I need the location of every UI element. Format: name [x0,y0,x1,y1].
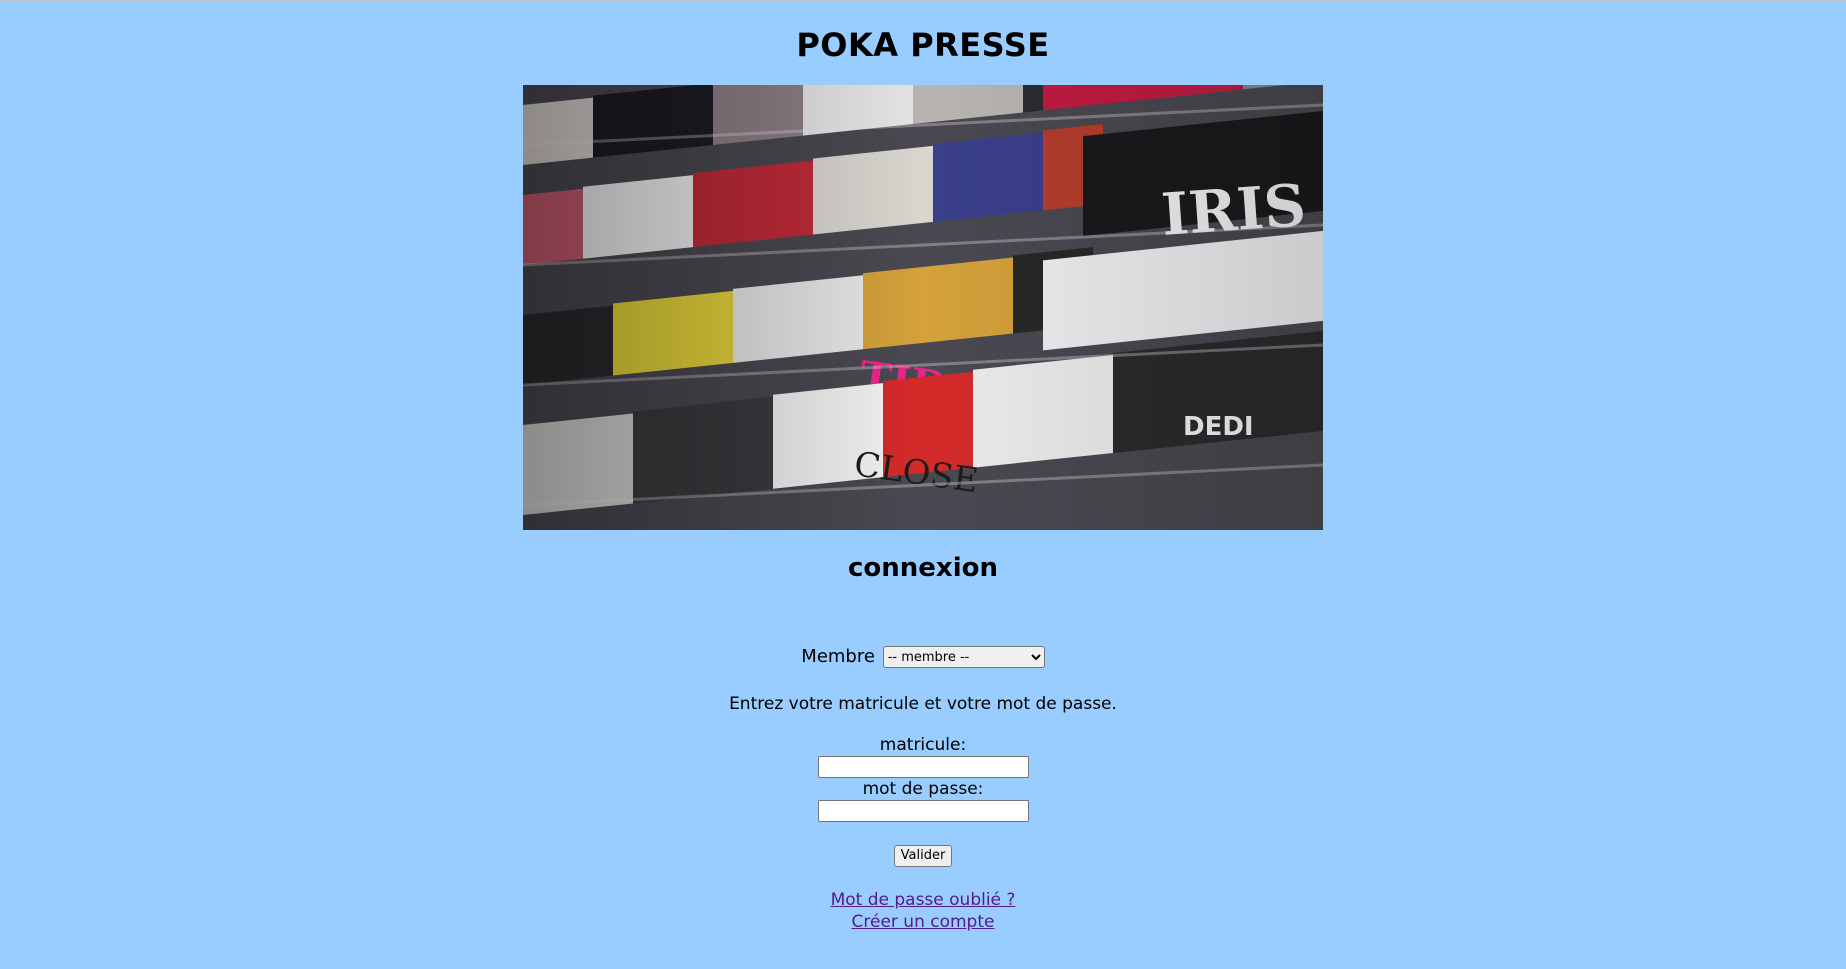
forgot-password-link[interactable]: Mot de passe oublié ? [831,890,1016,910]
password-label: mot de passe: [862,779,984,799]
login-heading: connexion [848,553,998,583]
magazine-rack-illustration: IRIS TIDAL CLOSE DEDI [523,85,1323,530]
matricule-input[interactable] [817,756,1029,778]
hero-image: IRIS TIDAL CLOSE DEDI [523,85,1323,530]
submit-button[interactable]: Valider [893,844,953,867]
page: POKA PRESSE connexion Membre -- membre -… [0,1,1846,933]
password-input[interactable] [817,800,1029,822]
account-links: Mot de passe oublié ? Créer un compte [0,889,1846,933]
member-row: Membre -- membre -- [0,644,1846,670]
member-label: Membre [801,646,875,667]
create-account-link[interactable]: Créer un compte [852,912,995,932]
submit-row: Valider [0,844,1846,867]
login-instructions: Entrez votre matricule et votre mot de p… [729,694,1117,714]
matricule-label: matricule: [879,735,967,755]
site-title: POKA PRESSE [796,26,1050,64]
member-select[interactable]: -- membre -- [882,646,1045,668]
